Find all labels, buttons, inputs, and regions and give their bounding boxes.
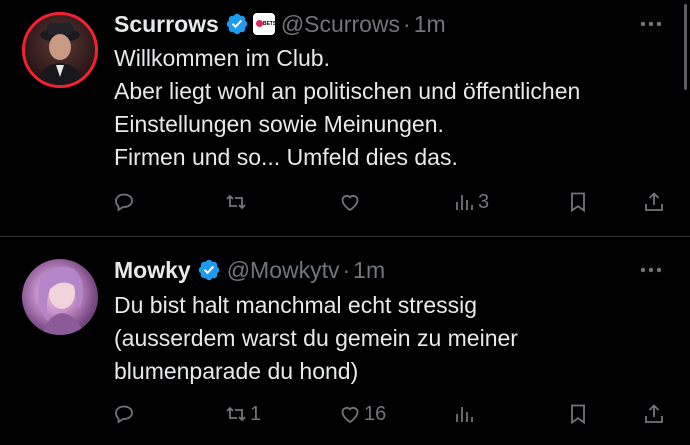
tweet-text: Du bist halt manchmal echt stressig (aus… [114, 289, 674, 388]
verified-badge-icon [226, 13, 248, 35]
more-icon[interactable] [638, 14, 664, 34]
timestamp[interactable]: 1m [353, 256, 385, 284]
repost-button[interactable] [224, 190, 250, 214]
user-handle[interactable]: @Scurrows [281, 10, 400, 38]
tweet-text-line: Aber liegt wohl an politischen und öffen… [114, 78, 581, 104]
share-icon [645, 404, 663, 423]
reply-icon [115, 193, 133, 212]
like-icon [341, 406, 359, 424]
display-name[interactable]: Mowky [114, 256, 191, 284]
user-handle[interactable]: @Mowkytv [227, 256, 340, 284]
avatar[interactable] [22, 12, 98, 88]
avatar-image [38, 266, 84, 335]
views-icon [456, 407, 473, 422]
share-button[interactable] [642, 402, 666, 426]
bookmark-button[interactable] [566, 190, 590, 214]
tweet-text-line: Willkommen im Club. [114, 45, 330, 71]
views-button[interactable] [452, 402, 478, 426]
avatar-image [37, 23, 83, 85]
tweet-text-line: (ausserdem warst du gemein zu meiner [114, 325, 518, 351]
tweet-text-line: Firmen und so... Umfeld dies das. [114, 144, 458, 170]
timestamp[interactable]: 1m [414, 10, 446, 38]
tweet[interactable]: Mowky @Mowkytv · 1m Du bist halt manchma… [0, 237, 690, 445]
separator: · [403, 11, 411, 37]
bookmark-button[interactable] [566, 402, 590, 426]
tweet-header: Mowky @Mowkytv · 1m [114, 256, 385, 284]
repost-icon [226, 194, 246, 210]
views-count: 3 [478, 190, 490, 213]
tweet-text-line: blumenparade du hond) [114, 358, 359, 384]
share-button[interactable] [642, 190, 666, 214]
repost-icon [226, 406, 246, 422]
repost-button[interactable]: 1 [224, 402, 261, 426]
bookmark-icon [571, 192, 585, 213]
affiliation-badge[interactable]: BETS [252, 13, 277, 35]
scrollbar[interactable] [684, 4, 687, 90]
tweet-actions: 3 [110, 190, 670, 218]
tweet-text-line: Du bist halt manchmal echt stressig [114, 292, 478, 318]
affiliation-logo-icon [255, 20, 263, 27]
more-icon[interactable] [638, 260, 664, 280]
repost-count: 1 [250, 402, 262, 425]
avatar[interactable] [22, 259, 98, 335]
tweet-actions: 1 16 [110, 402, 670, 430]
bookmark-icon [571, 404, 585, 425]
like-button[interactable] [338, 190, 364, 214]
like-count: 16 [364, 402, 387, 425]
tweet-text: Willkommen im Club. Aber liegt wohl an p… [114, 42, 674, 174]
views-button[interactable]: 3 [452, 190, 489, 214]
tweet[interactable]: Scurrows BETS @Scurrows · 1m Willkommen … [0, 0, 690, 236]
reply-button[interactable] [112, 190, 138, 214]
verified-badge-icon [198, 259, 219, 281]
like-button[interactable]: 16 [338, 402, 386, 426]
like-icon [341, 194, 359, 212]
tweet-text-line: Einstellungen sowie Meinungen. [114, 111, 444, 137]
tweet-header: Scurrows BETS @Scurrows · 1m [114, 10, 446, 38]
views-icon [456, 195, 473, 210]
share-icon [645, 192, 663, 211]
affiliation-badge-text: BETS [262, 21, 277, 27]
separator: · [342, 257, 351, 283]
reply-button[interactable] [112, 402, 138, 426]
display-name[interactable]: Scurrows [114, 10, 219, 38]
reply-icon [115, 405, 133, 424]
timeline-feed: Scurrows BETS @Scurrows · 1m Willkommen … [0, 0, 690, 445]
